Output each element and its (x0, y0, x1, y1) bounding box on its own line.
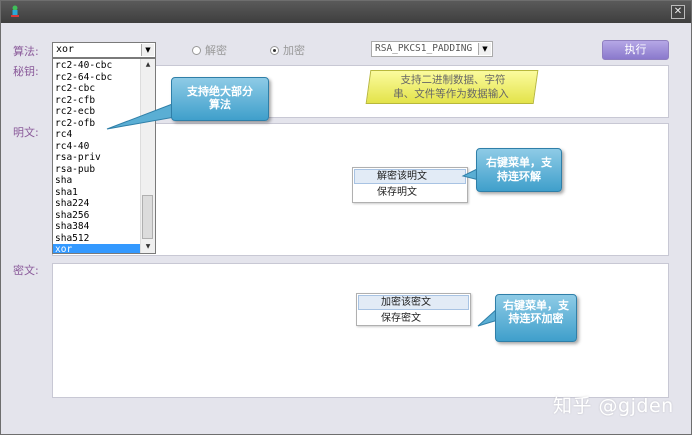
algorithms-callout-text: 支持绝大部分算法 (187, 85, 253, 111)
algorithm-label: 算法: (13, 45, 39, 58)
chevron-down-icon[interactable]: ▼ (141, 44, 154, 56)
algorithm-select[interactable]: xor ▼ (52, 42, 156, 58)
algorithm-option[interactable]: sha1 (53, 187, 141, 199)
algorithm-option[interactable]: sha224 (53, 198, 141, 210)
radio-encrypt-circle[interactable] (270, 45, 279, 55)
binary-input-callout: 支持二进制数据、字符 串、文件等作为数据输入 (365, 70, 539, 104)
algorithm-option[interactable]: sha512 (53, 233, 141, 245)
algorithm-option[interactable]: rsa-priv (53, 152, 141, 164)
execute-button[interactable]: 执行 (602, 40, 669, 60)
algorithm-value: xor (56, 44, 75, 55)
ciphertext-context-menu: 加密该密文 保存密文 (356, 293, 471, 326)
encrypt-ciphertext-item[interactable]: 加密该密文 (358, 295, 469, 310)
binary-callout-line1: 支持二进制数据、字符 (400, 74, 506, 86)
save-ciphertext-item[interactable]: 保存密文 (357, 311, 470, 326)
ciphertext-label: 密文: (13, 264, 39, 277)
algorithm-option[interactable]: rsa-pub (53, 164, 141, 176)
dropdown-scrollbar[interactable]: ▲ ▼ (140, 59, 155, 253)
algorithm-option[interactable]: rc4-40 (53, 141, 141, 153)
padding-value: RSA_PKCS1_PADDING (375, 43, 473, 54)
app-window: ✕ 算法: 秘钥: 明文: 密文: xor ▼ 解密 加密 RSA_PKCS1_… (0, 0, 692, 435)
encrypt-radio-label: 加密 (283, 44, 305, 57)
encrypt-radio[interactable]: 加密 (270, 42, 305, 58)
plaintext-menu-callout-text: 右键菜单，支持连环解 (486, 156, 552, 183)
radio-decrypt-circle[interactable] (192, 45, 201, 55)
plaintext-menu-callout: 右键菜单，支持连环解 (476, 148, 562, 192)
algorithm-option[interactable]: xor (53, 244, 141, 253)
algorithm-option[interactable]: rc2-40-cbc (53, 60, 141, 72)
scroll-up-icon[interactable]: ▲ (141, 59, 155, 71)
decrypt-radio-label: 解密 (205, 44, 227, 57)
scroll-thumb[interactable] (142, 195, 153, 239)
binary-callout-line2: 串、文件等作为数据输入 (393, 88, 509, 100)
ciphertext-menu-callout: 右键菜单，支持连环加密 (495, 294, 577, 342)
scroll-down-icon[interactable]: ▼ (141, 241, 155, 253)
algorithm-option[interactable]: sha256 (53, 210, 141, 222)
algorithm-option[interactable]: rc2-64-cbc (53, 72, 141, 84)
close-icon[interactable]: ✕ (671, 5, 685, 19)
plaintext-context-menu: 解密该明文 保存明文 (352, 167, 468, 203)
algorithm-option[interactable]: sha (53, 175, 141, 187)
algorithm-dropdown-list[interactable]: rc2-40-cbc rc2-64-cbc rc2-cbc rc2-cfb rc2-ec… (52, 58, 156, 254)
watermark: 知乎 @gjden (553, 395, 674, 417)
algorithm-option[interactable]: sha384 (53, 221, 141, 233)
decrypt-plaintext-item[interactable]: 解密该明文 (354, 169, 466, 184)
plaintext-label: 明文: (13, 126, 39, 139)
key-label: 秘钥: (13, 65, 39, 78)
algorithms-callout: 支持绝大部分算法 (171, 77, 269, 121)
ciphertext-menu-callout-text: 右键菜单，支持连环加密 (503, 299, 569, 325)
padding-select[interactable]: RSA_PKCS1_PADDING ▼ (371, 41, 493, 57)
callout-pointer (106, 102, 176, 130)
chevron-down-icon[interactable]: ▼ (478, 43, 491, 55)
algorithm-option[interactable]: rc2-cbc (53, 83, 141, 95)
app-icon (11, 5, 19, 17)
save-plaintext-item[interactable]: 保存明文 (353, 185, 467, 200)
title-bar: ✕ (1, 1, 691, 23)
algorithm-options: rc2-40-cbc rc2-64-cbc rc2-cbc rc2-cfb rc2-ec… (53, 60, 141, 253)
decrypt-radio[interactable]: 解密 (192, 42, 227, 58)
